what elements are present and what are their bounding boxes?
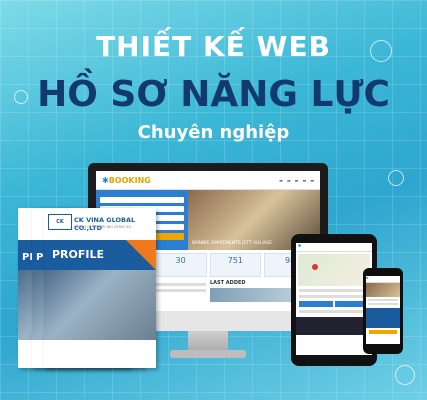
- company-subtitle: LABOR OUTSOURCING SERVICES: [74, 225, 132, 229]
- banner-title-line1: THIẾT KẾ WEB: [96, 30, 331, 63]
- brochure-photo: [44, 270, 156, 340]
- site-navbar: ✱BOOKING ▬ ▬ ▬ ▬ ▬: [96, 171, 320, 190]
- text-line: [299, 295, 369, 298]
- phone-navbar: ✱: [366, 276, 400, 283]
- phone-form: [366, 308, 400, 328]
- form-field: [100, 197, 184, 203]
- company-name: CK VINA GLOBAL CO.,LTD: [74, 216, 136, 232]
- phone-device: ✱: [363, 268, 403, 354]
- site-menu: ▬ ▬ ▬ ▬ ▬: [279, 178, 314, 183]
- hero-caption: BONNIE APARTMENTS JETT VILLAGE: [192, 241, 273, 246]
- text-line: [368, 303, 398, 305]
- text-line: [299, 289, 369, 292]
- banner-title-line2: HỒ SƠ NĂNG LỰC: [37, 74, 390, 115]
- brochure-title: PROFILE: [52, 248, 105, 261]
- menu-item: ▬: [302, 177, 307, 183]
- text-line: [368, 299, 398, 301]
- site-logo: ✱BOOKING: [102, 175, 151, 185]
- menu-item: ▬: [310, 177, 314, 183]
- tablet-buttons: [299, 301, 369, 307]
- tablet-footer: [296, 317, 372, 335]
- stat-box: 751: [209, 253, 262, 277]
- monitor-base: [170, 350, 246, 358]
- menu-item: ▬: [294, 177, 299, 183]
- bubble-decoration: [395, 365, 415, 385]
- tablet-map: [298, 254, 370, 286]
- menu-item: ▬: [279, 177, 283, 183]
- phone-screen: ✱: [366, 276, 400, 344]
- map-pin-icon: [312, 264, 318, 270]
- brochure-footer: [44, 340, 156, 368]
- banner-title-line3: Chuyên nghiệp: [137, 122, 290, 143]
- tablet-button: [299, 301, 333, 307]
- site-logo-text: BOOKING: [108, 175, 151, 185]
- phone-button: [369, 330, 397, 334]
- bubble-decoration: [388, 170, 404, 186]
- brochure-front: CK CK VINA GLOBAL CO.,LTD LABOR OUTSOURC…: [44, 208, 156, 368]
- company-logo: CK: [48, 214, 72, 230]
- text-line: [299, 310, 369, 313]
- menu-item: ▬: [286, 177, 291, 183]
- phone-image: [366, 283, 400, 297]
- stat-box: 30: [154, 253, 207, 277]
- tablet-navbar: ✱: [296, 243, 372, 252]
- tablet-screen: ✱: [296, 243, 372, 355]
